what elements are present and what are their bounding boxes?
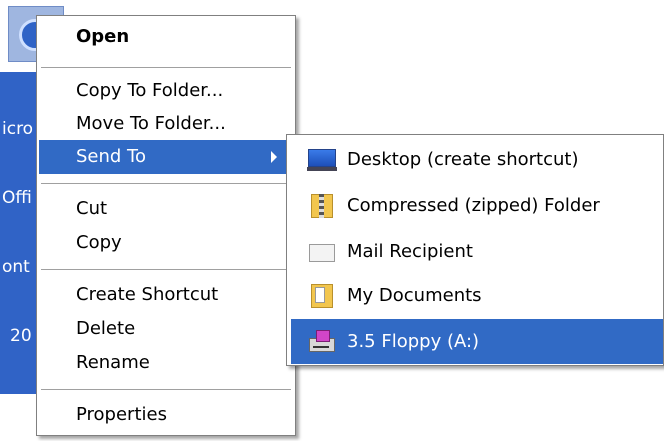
zip-folder-icon <box>307 192 337 218</box>
menu-item-send-to[interactable]: Send To <box>39 140 293 174</box>
menu-item-label: Copy <box>76 232 122 253</box>
menu-separator <box>41 389 291 390</box>
menu-item-label: Compressed (zipped) Folder <box>347 195 600 216</box>
send-to-floppy[interactable]: 3.5 Floppy (A:) <box>291 319 663 364</box>
menu-item-open[interactable]: Open <box>39 20 293 54</box>
send-to-my-documents[interactable]: My Documents <box>291 273 663 318</box>
context-menu: Open Copy To Folder... Move To Folder...… <box>36 15 296 436</box>
menu-item-label: Copy To Folder... <box>76 80 224 101</box>
menu-item-properties[interactable]: Properties <box>39 398 293 432</box>
menu-item-label: Send To <box>76 146 147 167</box>
menu-separator <box>41 183 291 184</box>
menu-item-label: Rename <box>76 352 150 373</box>
my-documents-icon <box>307 282 337 308</box>
mail-icon <box>307 238 337 264</box>
desktop-icon <box>307 146 337 172</box>
menu-item-delete[interactable]: Delete <box>39 312 293 346</box>
menu-item-move-to-folder[interactable]: Move To Folder... <box>39 107 293 141</box>
menu-item-cut[interactable]: Cut <box>39 192 293 226</box>
menu-item-copy-to-folder[interactable]: Copy To Folder... <box>39 74 293 108</box>
menu-separator <box>41 269 291 270</box>
menu-item-label: Mail Recipient <box>347 241 473 262</box>
send-to-submenu: Desktop (create shortcut) Compressed (zi… <box>286 134 664 366</box>
menu-item-label: Desktop (create shortcut) <box>347 149 579 170</box>
menu-item-copy[interactable]: Copy <box>39 226 293 260</box>
menu-item-label: Delete <box>76 318 136 339</box>
send-to-desktop[interactable]: Desktop (create shortcut) <box>291 137 663 182</box>
floppy-drive-icon <box>307 328 337 354</box>
menu-item-rename[interactable]: Rename <box>39 346 293 380</box>
menu-item-label: Properties <box>76 404 167 425</box>
send-to-compressed-folder[interactable]: Compressed (zipped) Folder <box>291 183 663 228</box>
menu-item-create-shortcut[interactable]: Create Shortcut <box>39 278 293 312</box>
menu-item-label: 3.5 Floppy (A:) <box>347 331 480 352</box>
submenu-arrow-icon <box>271 151 277 163</box>
menu-item-label: Open <box>76 26 130 47</box>
menu-item-label: Cut <box>76 198 108 219</box>
send-to-mail-recipient[interactable]: Mail Recipient <box>291 229 663 274</box>
menu-item-label: Create Shortcut <box>76 284 219 305</box>
menu-separator <box>41 67 291 68</box>
menu-item-label: Move To Folder... <box>76 113 226 134</box>
menu-item-label: My Documents <box>347 285 482 306</box>
